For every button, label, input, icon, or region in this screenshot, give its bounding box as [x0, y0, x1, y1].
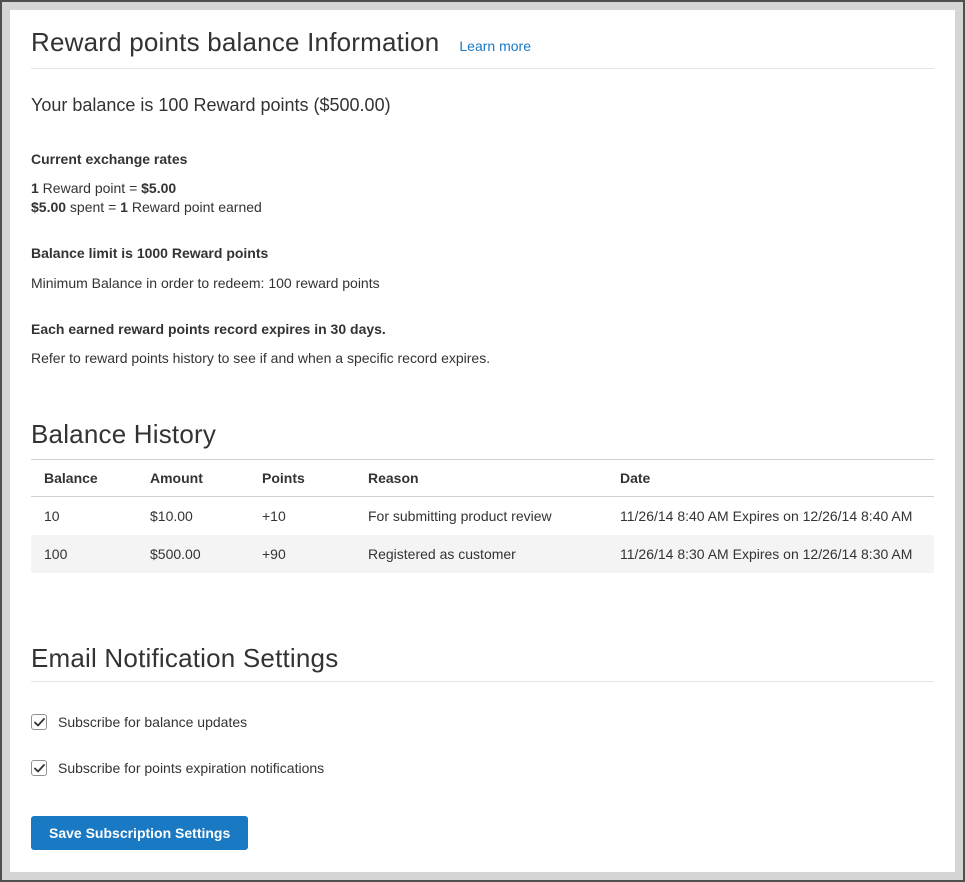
expiration-notifications-checkbox-label[interactable]: Subscribe for points expiration notifica…: [58, 760, 324, 776]
column-header-balance: Balance: [31, 460, 137, 497]
exchange-rate-line-1: 1 Reward point = $5.00: [31, 179, 934, 198]
balance-limit-heading: Balance limit is 1000 Reward points: [31, 244, 934, 262]
column-header-points: Points: [249, 460, 355, 497]
table-header-row: Balance Amount Points Reason Date: [31, 460, 934, 497]
exchange-rates-heading: Current exchange rates: [31, 150, 934, 168]
reward-points-card: Reward points balance Information Learn …: [10, 10, 955, 872]
subscribe-expiration-notifications-row: Subscribe for points expiration notifica…: [31, 760, 934, 776]
rate2-tail-text: Reward point earned: [128, 199, 262, 215]
rate2-amount-value: $5.00: [31, 199, 66, 215]
balance-history-title: Balance History: [31, 417, 934, 451]
balance-history-table: Balance Amount Points Reason Date 10 $10…: [31, 459, 934, 573]
column-header-amount: Amount: [137, 460, 249, 497]
column-header-date: Date: [607, 460, 934, 497]
subscribe-balance-updates-row: Subscribe for balance updates: [31, 714, 934, 730]
exchange-rate-line-2: $5.00 spent = 1 Reward point earned: [31, 198, 934, 217]
checkmark-icon: [34, 718, 45, 727]
minimum-balance-text: Minimum Balance in order to redeem: 100 …: [31, 274, 934, 292]
cell-date: 11/26/14 8:30 AM Expires on 12/26/14 8:3…: [607, 535, 934, 573]
learn-more-link[interactable]: Learn more: [459, 38, 531, 54]
cell-points: +90: [249, 535, 355, 573]
cell-points: +10: [249, 497, 355, 536]
cell-balance: 10: [31, 497, 137, 536]
cell-balance: 100: [31, 535, 137, 573]
email-notification-settings-title: Email Notification Settings: [31, 641, 934, 682]
cell-amount: $10.00: [137, 497, 249, 536]
rate1-text: Reward point =: [39, 180, 141, 196]
balance-updates-checkbox[interactable]: [31, 714, 47, 730]
table-row: 100 $500.00 +90 Registered as customer 1…: [31, 535, 934, 573]
expiration-heading: Each earned reward points record expires…: [31, 320, 934, 338]
page-title: Reward points balance Information: [31, 26, 439, 58]
rate2-points-value: 1: [120, 199, 128, 215]
table-row: 10 $10.00 +10 For submitting product rev…: [31, 497, 934, 536]
balance-updates-checkbox-label[interactable]: Subscribe for balance updates: [58, 714, 247, 730]
checkmark-icon: [34, 764, 45, 773]
page-header: Reward points balance Information Learn …: [31, 26, 934, 69]
save-subscription-settings-button[interactable]: Save Subscription Settings: [31, 816, 248, 850]
expiration-note: Refer to reward points history to see if…: [31, 349, 934, 367]
balance-summary: Your balance is 100 Reward points ($500.…: [31, 95, 934, 116]
rate2-text: spent =: [66, 199, 120, 215]
column-header-reason: Reason: [355, 460, 607, 497]
cell-reason: For submitting product review: [355, 497, 607, 536]
expiration-notifications-checkbox[interactable]: [31, 760, 47, 776]
cell-amount: $500.00: [137, 535, 249, 573]
cell-reason: Registered as customer: [355, 535, 607, 573]
rate1-points-value: 1: [31, 180, 39, 196]
rate1-amount-value: $5.00: [141, 180, 176, 196]
cell-date: 11/26/14 8:40 AM Expires on 12/26/14 8:4…: [607, 497, 934, 536]
page-frame: Reward points balance Information Learn …: [0, 0, 965, 882]
